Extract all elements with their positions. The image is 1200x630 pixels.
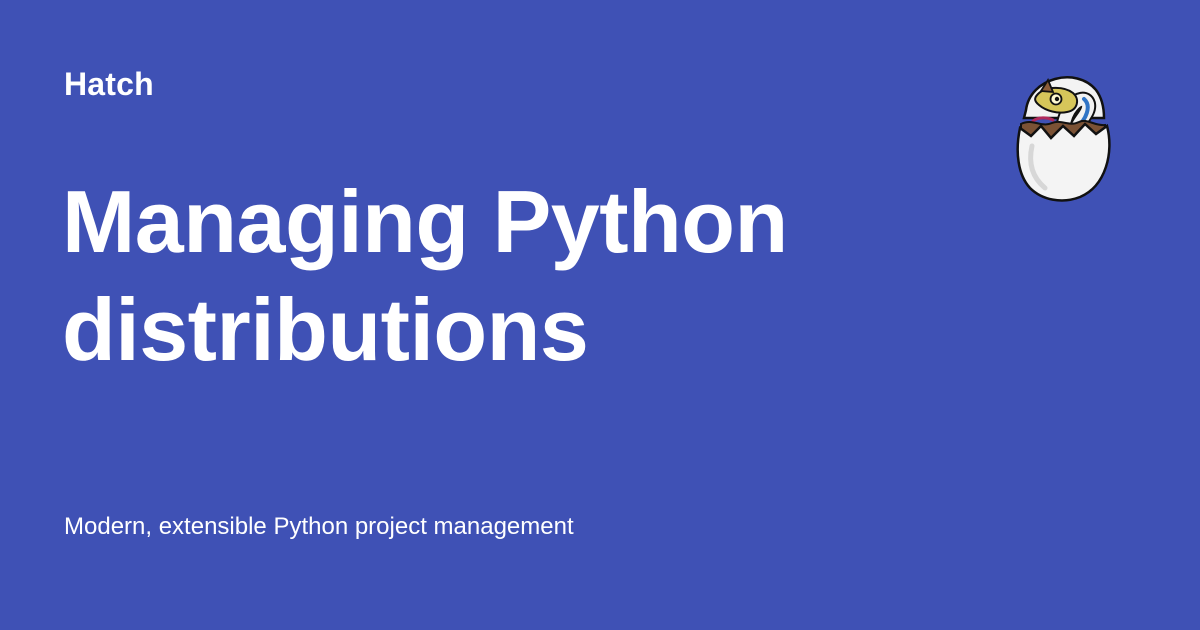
hatching-snake-egg-icon (1016, 76, 1111, 202)
page-title-line-1: Managing Python (62, 172, 788, 271)
page-title: Managing Python distributions (62, 168, 942, 384)
page-title-line-2: distributions (62, 280, 589, 379)
site-name: Hatch (64, 66, 154, 102)
page-description: Modern, extensible Python project manage… (64, 513, 574, 540)
hatch-logo (1008, 68, 1118, 204)
